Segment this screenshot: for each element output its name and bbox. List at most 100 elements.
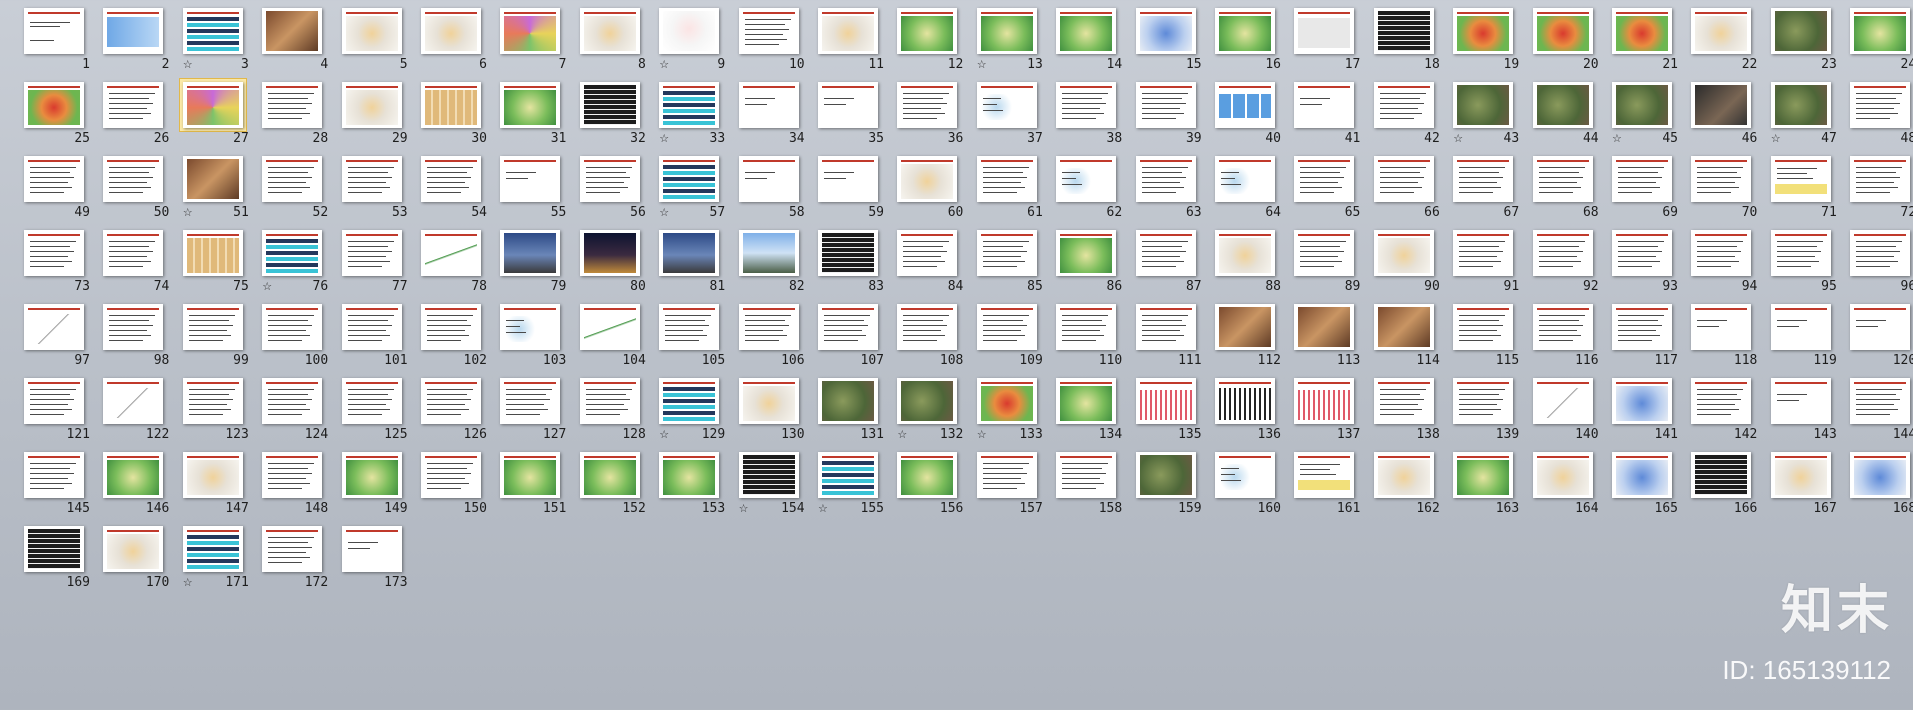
slide-thumbnail-90[interactable]: 90 <box>1373 230 1440 294</box>
slide-preview[interactable] <box>579 452 640 498</box>
slide-thumbnail-34[interactable]: 34 <box>738 82 805 146</box>
slide-thumbnail-4[interactable]: 4 <box>262 8 328 72</box>
slide-thumbnail-48[interactable]: 48 <box>1850 82 1913 146</box>
slide-thumbnail-94[interactable]: 94 <box>1691 230 1757 294</box>
slide-preview[interactable] <box>1850 156 1911 202</box>
slide-thumbnail-46[interactable]: 46 <box>1691 82 1757 146</box>
slide-preview[interactable] <box>341 8 402 54</box>
slide-thumbnail-39[interactable]: 39 <box>1135 82 1202 146</box>
slide-thumbnail-31[interactable]: 31 <box>500 82 566 146</box>
slide-preview[interactable] <box>1215 230 1275 276</box>
slide-preview[interactable] <box>976 230 1037 276</box>
slide-thumbnail-86[interactable]: 86 <box>1056 230 1122 294</box>
slide-thumbnail-123[interactable]: 123 <box>182 378 249 442</box>
slide-preview[interactable] <box>500 156 561 202</box>
slide-thumbnail-158[interactable]: 158 <box>1056 452 1122 516</box>
slide-thumbnail-118[interactable]: 118 <box>1691 304 1757 368</box>
slide-preview[interactable] <box>1215 304 1275 350</box>
slide-thumbnail-63[interactable]: 63 <box>1135 156 1202 220</box>
slide-thumbnail-64[interactable]: 64 <box>1215 156 1281 220</box>
slide-thumbnail-131[interactable]: 131 <box>818 378 884 442</box>
slide-preview[interactable] <box>1294 378 1355 424</box>
slide-thumbnail-95[interactable]: 95 <box>1770 230 1837 294</box>
slide-preview[interactable] <box>341 82 402 128</box>
slide-preview[interactable] <box>1294 452 1355 498</box>
slide-preview[interactable] <box>182 8 243 54</box>
slide-preview[interactable] <box>1612 230 1672 276</box>
slide-preview[interactable] <box>1453 82 1514 128</box>
slide-preview[interactable] <box>500 82 561 128</box>
slide-thumbnail-122[interactable]: 122 <box>103 378 169 442</box>
slide-thumbnail-120[interactable]: 120 <box>1850 304 1913 368</box>
slide-preview[interactable] <box>738 156 799 202</box>
slide-thumbnail-62[interactable]: 62 <box>1056 156 1122 220</box>
slide-preview[interactable] <box>579 8 640 54</box>
slide-preview[interactable] <box>818 82 878 128</box>
slide-thumbnail-168[interactable]: 168 <box>1850 452 1913 516</box>
slide-preview[interactable] <box>500 378 561 424</box>
slide-thumbnail-44[interactable]: 44 <box>1532 82 1599 146</box>
slide-preview[interactable] <box>1215 378 1275 424</box>
slide-preview[interactable] <box>103 8 164 54</box>
slide-thumbnail-21[interactable]: 21 <box>1612 8 1678 72</box>
slide-preview[interactable] <box>579 230 640 276</box>
slide-thumbnail-161[interactable]: 161 <box>1294 452 1360 516</box>
slide-preview[interactable] <box>262 526 323 572</box>
slide-preview[interactable] <box>976 82 1037 128</box>
slide-preview[interactable] <box>659 8 720 54</box>
animation-star-icon[interactable]: ☆ <box>659 132 669 145</box>
slide-thumbnail-5[interactable]: 5 <box>341 8 408 72</box>
slide-preview[interactable] <box>24 378 84 424</box>
slide-preview[interactable] <box>1532 82 1593 128</box>
slide-preview[interactable] <box>1135 8 1196 54</box>
slide-thumbnail-89[interactable]: 89 <box>1294 230 1360 294</box>
slide-preview[interactable] <box>182 230 243 276</box>
slide-thumbnail-96[interactable]: 96 <box>1850 230 1913 294</box>
slide-thumbnail-154[interactable]: 154 ☆ <box>738 452 805 516</box>
slide-thumbnail-68[interactable]: 68 <box>1532 156 1599 220</box>
slide-preview[interactable] <box>341 378 402 424</box>
slide-thumbnail-152[interactable]: 152 <box>579 452 646 516</box>
slide-preview[interactable] <box>262 8 323 54</box>
slide-thumbnail-71[interactable]: 71 <box>1770 156 1837 220</box>
slide-preview[interactable] <box>182 526 243 572</box>
slide-thumbnail-85[interactable]: 85 <box>976 230 1043 294</box>
slide-preview[interactable] <box>1135 156 1196 202</box>
slide-preview[interactable] <box>103 304 164 350</box>
slide-thumbnail-84[interactable]: 84 <box>897 230 963 294</box>
slide-preview[interactable] <box>1373 82 1434 128</box>
animation-star-icon[interactable]: ☆ <box>977 58 987 71</box>
slide-preview[interactable] <box>1532 304 1593 350</box>
slide-thumbnail-116[interactable]: 116 <box>1532 304 1599 368</box>
slide-thumbnail-169[interactable]: 169 <box>24 526 90 590</box>
slide-preview[interactable] <box>976 156 1037 202</box>
slide-preview[interactable] <box>1453 452 1514 498</box>
slide-thumbnail-61[interactable]: 61 <box>976 156 1043 220</box>
slide-preview[interactable] <box>738 378 799 424</box>
slide-preview[interactable] <box>103 526 164 572</box>
animation-star-icon[interactable]: ☆ <box>262 280 272 293</box>
slide-thumbnail-165[interactable]: 165 <box>1612 452 1678 516</box>
slide-preview[interactable] <box>1691 304 1752 350</box>
slide-preview[interactable] <box>659 304 720 350</box>
slide-preview[interactable] <box>1135 304 1196 350</box>
slide-thumbnail-148[interactable]: 148 <box>262 452 328 516</box>
slide-thumbnail-30[interactable]: 30 <box>421 82 487 146</box>
animation-star-icon[interactable]: ☆ <box>1612 132 1622 145</box>
slide-thumbnail-65[interactable]: 65 <box>1294 156 1360 220</box>
slide-preview[interactable] <box>262 82 323 128</box>
slide-thumbnail-24[interactable]: 24 <box>1850 8 1913 72</box>
slide-preview[interactable] <box>1453 156 1514 202</box>
slide-preview[interactable] <box>1850 304 1911 350</box>
slide-preview[interactable] <box>659 378 720 424</box>
slide-thumbnail-134[interactable]: 134 <box>1056 378 1122 442</box>
slide-preview[interactable] <box>103 82 164 128</box>
slide-thumbnail-29[interactable]: 29 <box>341 82 408 146</box>
slide-preview[interactable] <box>24 526 84 572</box>
slide-preview[interactable] <box>182 82 243 128</box>
slide-preview[interactable] <box>1215 452 1275 498</box>
slide-preview[interactable] <box>1691 8 1752 54</box>
slide-preview[interactable] <box>1532 452 1593 498</box>
slide-preview[interactable] <box>738 8 799 54</box>
slide-preview[interactable] <box>1691 452 1752 498</box>
